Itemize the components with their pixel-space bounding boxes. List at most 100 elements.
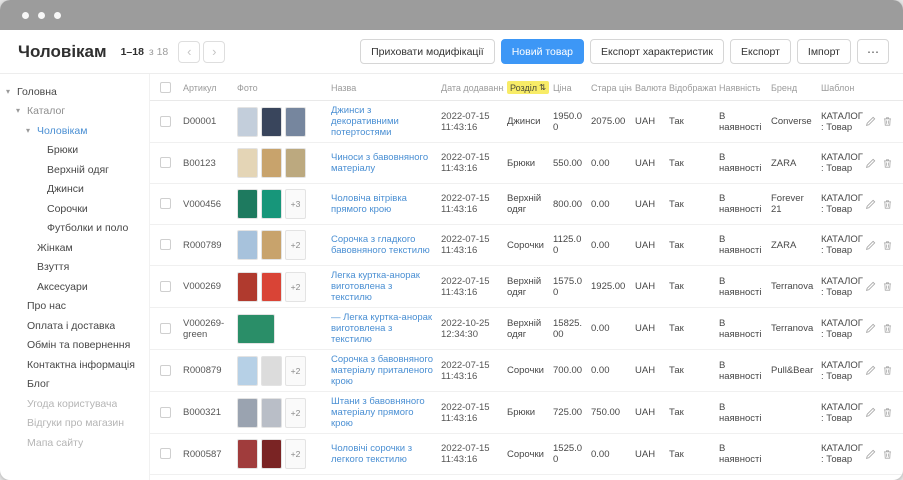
row-checkbox[interactable] xyxy=(160,239,171,250)
edit-icon[interactable] xyxy=(865,199,876,210)
product-photo-thumbnail[interactable] xyxy=(237,398,258,428)
delete-icon[interactable] xyxy=(882,281,893,292)
product-photo-thumbnail[interactable] xyxy=(261,230,282,260)
sidebar-item-catalog[interactable]: ▾Каталог xyxy=(0,102,149,122)
chevron-down-icon[interactable]: ▾ xyxy=(6,88,17,96)
sidebar-item-outerwear[interactable]: Верхній одяг xyxy=(0,160,149,180)
product-photo-thumbnail[interactable] xyxy=(237,148,258,178)
more-photos-badge[interactable]: +3 xyxy=(285,189,306,219)
sidebar-item-shirts[interactable]: Сорочки xyxy=(0,199,149,219)
product-name-link[interactable]: Сорочка з бавовняного матеріалу притален… xyxy=(331,354,433,387)
row-checkbox[interactable] xyxy=(160,323,171,334)
column-header-price[interactable]: Ціна xyxy=(550,74,588,101)
delete-icon[interactable] xyxy=(882,240,893,251)
row-checkbox[interactable] xyxy=(160,281,171,292)
column-header-template[interactable]: Шаблон xyxy=(818,74,868,101)
more-photos-badge[interactable]: +2 xyxy=(285,356,306,386)
delete-icon[interactable] xyxy=(882,158,893,169)
column-header-photo[interactable]: Фото xyxy=(234,74,328,101)
delete-icon[interactable] xyxy=(882,365,893,376)
column-header-section[interactable]: Розділ⇅ xyxy=(504,74,550,101)
chevron-down-icon[interactable]: ▾ xyxy=(16,107,27,115)
product-photo-thumbnail[interactable] xyxy=(237,272,258,302)
product-photo-thumbnail[interactable] xyxy=(261,189,282,219)
select-all-checkbox[interactable] xyxy=(160,82,171,93)
edit-icon[interactable] xyxy=(865,240,876,251)
sidebar-item-sitemap[interactable]: Мапа сайту xyxy=(0,433,149,453)
sidebar-item-home[interactable]: ▾Головна xyxy=(0,82,149,102)
product-photo-thumbnail[interactable] xyxy=(237,107,258,137)
delete-icon[interactable] xyxy=(882,199,893,210)
sidebar-item-about[interactable]: Про нас xyxy=(0,297,149,317)
prev-page-button[interactable]: ‹ xyxy=(178,41,200,63)
column-header-date[interactable]: Дата додавання xyxy=(438,74,504,101)
product-name-link[interactable]: Чиноси з бавовняного матеріалу xyxy=(331,152,428,174)
product-name-link[interactable]: Чоловіча вітрівка прямого крою xyxy=(331,193,407,215)
edit-icon[interactable] xyxy=(865,116,876,127)
column-header-currency[interactable]: Валюта xyxy=(632,74,666,101)
sort-icon[interactable]: ⇅ xyxy=(539,82,546,93)
more-photos-badge[interactable]: +2 xyxy=(285,230,306,260)
product-photo-thumbnail[interactable] xyxy=(261,398,282,428)
product-photo-thumbnail[interactable] xyxy=(261,148,282,178)
export-button[interactable]: Експорт xyxy=(730,39,791,64)
edit-icon[interactable] xyxy=(865,281,876,292)
row-checkbox[interactable] xyxy=(160,365,171,376)
sidebar-item-women[interactable]: Жінкам xyxy=(0,238,149,258)
sidebar-item-contact-info[interactable]: Контактна інформація xyxy=(0,355,149,375)
edit-icon[interactable] xyxy=(865,158,876,169)
column-header-old_price[interactable]: Стара ціна xyxy=(588,74,632,101)
sidebar-item-jeans[interactable]: Джинси xyxy=(0,180,149,200)
edit-icon[interactable] xyxy=(865,365,876,376)
product-name-link[interactable]: — Легка куртка-анорак виготовлена з текс… xyxy=(331,312,432,345)
column-header-brand[interactable]: Бренд xyxy=(768,74,818,101)
product-photo-thumbnail[interactable] xyxy=(237,439,258,469)
product-name-link[interactable]: Легка куртка-анорак виготовлена з тексти… xyxy=(331,270,420,303)
edit-icon[interactable] xyxy=(865,323,876,334)
column-header-availability[interactable]: Наявність xyxy=(716,74,768,101)
sidebar-item-store-reviews[interactable]: Відгуки про магазин xyxy=(0,414,149,434)
product-photo-thumbnail[interactable] xyxy=(261,439,282,469)
import-button[interactable]: Імпорт xyxy=(797,39,851,64)
delete-icon[interactable] xyxy=(882,116,893,127)
product-photo-thumbnail[interactable] xyxy=(237,230,258,260)
product-photo-thumbnail[interactable] xyxy=(237,314,275,344)
row-checkbox[interactable] xyxy=(160,198,171,209)
row-checkbox[interactable] xyxy=(160,116,171,127)
more-actions-button[interactable]: ⋯ xyxy=(857,39,889,64)
row-checkbox[interactable] xyxy=(160,407,171,418)
product-photo-thumbnail[interactable] xyxy=(261,356,282,386)
product-photo-thumbnail[interactable] xyxy=(285,148,306,178)
product-name-link[interactable]: Джинси з декоративними потертостями xyxy=(331,105,399,138)
sidebar-item-blog[interactable]: Блог xyxy=(0,375,149,395)
product-photo-thumbnail[interactable] xyxy=(285,107,306,137)
delete-icon[interactable] xyxy=(882,407,893,418)
window-control-dot[interactable] xyxy=(22,12,29,19)
sidebar-item-user-agreement[interactable]: Угода користувача xyxy=(0,394,149,414)
edit-icon[interactable] xyxy=(865,449,876,460)
column-header-sku[interactable]: Артикул xyxy=(180,74,234,101)
sidebar-item-shoes[interactable]: Взуття xyxy=(0,258,149,278)
window-control-dot[interactable] xyxy=(38,12,45,19)
product-name-link[interactable]: Чоловічі сорочки з легкого текстилю xyxy=(331,443,412,465)
window-control-dot[interactable] xyxy=(54,12,61,19)
product-photo-thumbnail[interactable] xyxy=(237,189,258,219)
sidebar-item-payment-delivery[interactable]: Оплата і доставка xyxy=(0,316,149,336)
product-name-link[interactable]: Штани з бавовняного матеріалу прямого кр… xyxy=(331,396,425,429)
sidebar-item-accessories[interactable]: Аксесуари xyxy=(0,277,149,297)
sidebar-item-men[interactable]: ▾Чоловікам xyxy=(0,121,149,141)
chevron-down-icon[interactable]: ▾ xyxy=(26,127,37,135)
product-photo-thumbnail[interactable] xyxy=(261,272,282,302)
product-name-link[interactable]: Сорочка з гладкого бавовняного текстилю xyxy=(331,234,430,256)
hide-modifications-button[interactable]: Приховати модифікації xyxy=(360,39,495,64)
delete-icon[interactable] xyxy=(882,323,893,334)
product-photo-thumbnail[interactable] xyxy=(237,356,258,386)
row-checkbox[interactable] xyxy=(160,157,171,168)
row-checkbox[interactable] xyxy=(160,448,171,459)
product-photo-thumbnail[interactable] xyxy=(261,107,282,137)
export-characteristics-button[interactable]: Експорт характеристик xyxy=(590,39,724,64)
edit-icon[interactable] xyxy=(865,407,876,418)
new-product-button[interactable]: Новий товар xyxy=(501,39,584,64)
column-header-display[interactable]: Відображати xyxy=(666,74,716,101)
delete-icon[interactable] xyxy=(882,449,893,460)
